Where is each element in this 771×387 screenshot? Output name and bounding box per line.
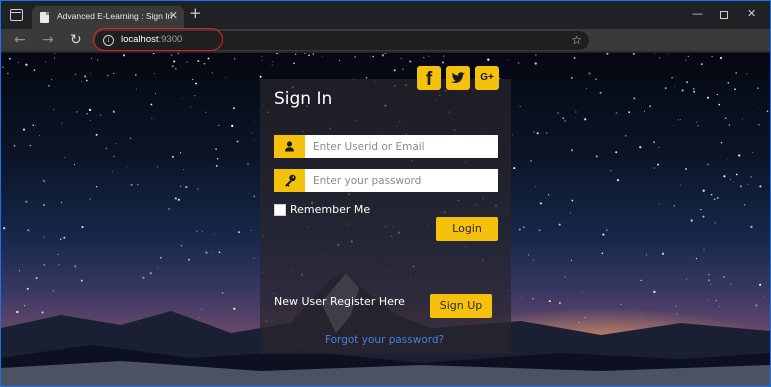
signup-button[interactable]: Sign Up (430, 294, 492, 318)
url-annotation-circle (93, 28, 223, 51)
tab-title: Advanced E-Learning : Sign In (57, 11, 173, 21)
twitter-bird-glyph (451, 72, 465, 83)
back-arrow-icon[interactable]: ← (14, 30, 26, 50)
window-close-icon[interactable]: ✕ (747, 7, 756, 21)
password-field (274, 169, 498, 192)
tab-close-icon[interactable]: ✕ (169, 9, 178, 23)
googleplus-icon[interactable]: G+ (475, 66, 499, 90)
remember-label: Remember Me (290, 203, 371, 216)
user-glyph (285, 141, 294, 152)
register-text: New User Register Here (274, 295, 405, 308)
facebook-icon[interactable]: f (417, 66, 441, 90)
twitter-icon[interactable] (446, 66, 470, 90)
reload-icon[interactable]: ↻ (70, 30, 82, 50)
new-tab-icon[interactable]: + (189, 6, 202, 21)
forward-arrow-icon[interactable]: → (42, 30, 54, 50)
key-glyph (285, 174, 296, 187)
page-title: Sign In (274, 89, 333, 109)
user-icon (274, 135, 305, 158)
remember-checkbox[interactable] (274, 204, 286, 216)
favorite-star-icon[interactable]: ☆ (571, 33, 582, 47)
maximize-icon[interactable] (720, 11, 728, 19)
userid-input[interactable] (305, 135, 498, 158)
password-input[interactable] (305, 169, 498, 192)
login-button[interactable]: Login (436, 217, 498, 241)
userid-field (274, 135, 498, 158)
page-icon (40, 12, 49, 23)
key-icon (274, 169, 305, 192)
forgot-password-link[interactable]: Forgot your password? (325, 334, 444, 346)
tab-strip: Advanced E-Learning : Sign In ✕ + — ✕ (1, 1, 770, 29)
browser-window: Advanced E-Learning : Sign In ✕ + — ✕ ← … (0, 0, 771, 387)
page-content: f G+ Sign In Enter Userid or Email Remem… (1, 53, 770, 386)
window-menu-icon[interactable] (10, 9, 23, 21)
minimize-icon[interactable]: — (692, 7, 703, 21)
signin-panel: f G+ Sign In Enter Userid or Email Remem… (260, 66, 511, 354)
tab-active[interactable]: Advanced E-Learning : Sign In ✕ (32, 6, 184, 29)
